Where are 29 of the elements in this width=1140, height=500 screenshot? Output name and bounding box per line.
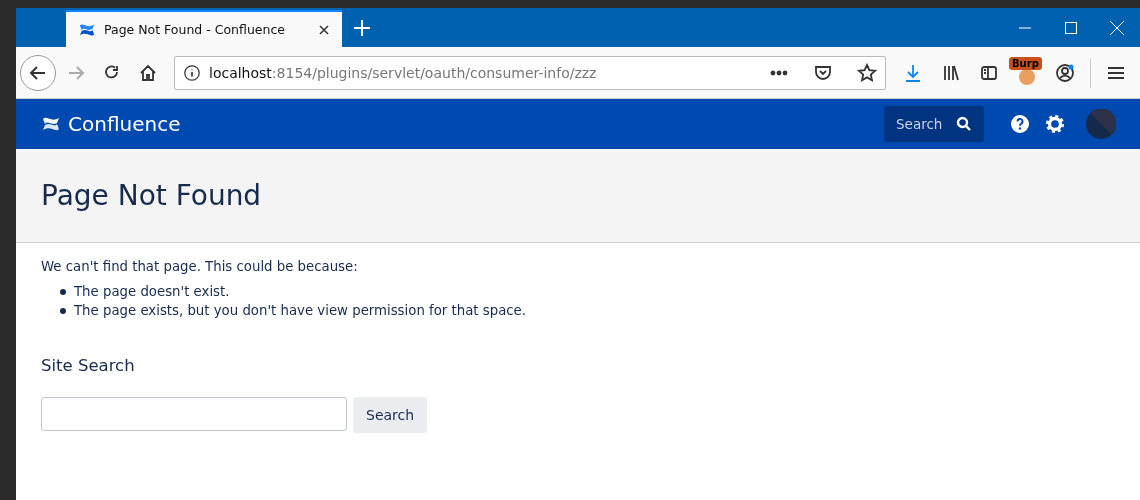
star-icon[interactable] [857, 62, 877, 83]
close-icon[interactable] [1110, 20, 1124, 35]
search-input[interactable] [41, 397, 347, 431]
help-icon[interactable] [1010, 114, 1030, 134]
back-button[interactable] [20, 54, 56, 91]
address-bar[interactable]: localhost:8154/plugins/servlet/oauth/consumer-info/zzz [174, 55, 886, 90]
account-icon[interactable] [1055, 62, 1075, 83]
bullet-icon [60, 288, 66, 295]
reason-text: The page exists, but you don't have view permission for that space. [74, 303, 526, 318]
bullet-icon [60, 307, 66, 314]
plus-icon[interactable] [352, 17, 372, 38]
search-button[interactable]: Search [353, 397, 428, 433]
home-icon[interactable] [138, 62, 158, 83]
reason-text: The page doesn't exist. [74, 284, 230, 299]
extension-badge: Burp [1009, 56, 1042, 70]
maximize-icon[interactable] [1065, 21, 1077, 34]
download-icon[interactable] [903, 62, 923, 83]
url-host: localhost [209, 64, 272, 81]
settings-icon[interactable] [1044, 113, 1066, 135]
search-icon[interactable] [956, 116, 972, 132]
tab-title: Page Not Found - Confluence [104, 22, 286, 37]
search-field[interactable]: Search [884, 106, 984, 142]
browser-tab[interactable]: Page Not Found - Confluence [66, 10, 342, 47]
intro-text: We can't find that page. This could be because: [41, 259, 359, 274]
logo-text[interactable]: Confluence [68, 112, 181, 136]
page-title: Page Not Found [41, 179, 262, 212]
url-path: :8154/plugins/servlet/oauth/consumer-info/zzz [271, 64, 597, 81]
section-heading: Site Search [41, 356, 136, 375]
info-icon[interactable] [183, 63, 201, 82]
